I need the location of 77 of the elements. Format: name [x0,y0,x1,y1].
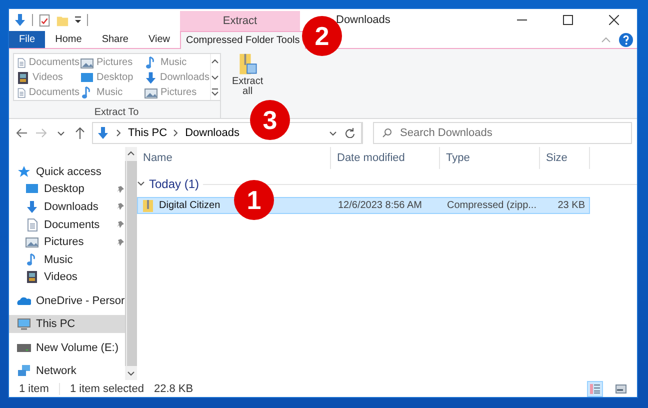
selection-info: 1 item selected [70,382,144,394]
details-view-icon [589,382,601,394]
up-arrow-icon [75,127,86,139]
film-icon [16,70,30,84]
caret-icon[interactable] [74,15,82,25]
navigation-item[interactable]: Music [9,250,125,269]
search-field[interactable]: Search Downloads [373,122,632,144]
column-header[interactable]: Size [540,147,590,169]
navigation-item[interactable]: Network [9,362,125,380]
scroll-down-icon [126,369,135,377]
document-icon [25,218,39,232]
navigation-item[interactable]: Pictures [9,233,125,251]
minimize-icon [517,19,527,21]
ribbon-tab[interactable]: Compressed Folder Tools [180,31,306,49]
collapse-icon [137,180,145,188]
scroll-up-icon [126,150,135,158]
extract-all-button[interactable]: Extract all [229,53,266,97]
help-icon[interactable] [619,32,633,46]
desktop-icon [80,70,94,84]
refresh-icon [344,128,355,138]
column-header[interactable]: Date modified [331,147,440,169]
group-label: Extract To [94,107,139,118]
chevron-down-icon [56,129,65,137]
pin-icon[interactable] [116,202,125,212]
navigation-item[interactable]: Downloads [9,198,125,216]
picture-icon [25,235,39,250]
navigation-item[interactable]: Desktop [9,180,125,198]
pin-icon[interactable] [116,184,125,194]
column-header[interactable]: Type [440,147,540,169]
table-cell-text: Compressed (zipp... [446,200,538,211]
navigation-item[interactable]: Videos [9,268,125,286]
group-header[interactable]: Today (1) [149,177,200,191]
chevron-down-icon [329,129,338,137]
expand-gallery-icon [211,88,219,96]
breadcrumb[interactable]: This PC [128,127,168,139]
table-cell-text: 23 KB [556,200,586,211]
picture-icon [80,56,94,70]
column-header[interactable]: Name [137,147,331,169]
zip-folder-icon [142,198,154,212]
download-arrow-icon [96,126,110,140]
file-name: Digital Citizen [159,200,220,211]
selection-size: 22.8 KB [154,382,194,394]
navigation-item[interactable]: New Volume (E:) [9,338,125,357]
computer-icon [17,317,31,332]
navigation-item[interactable]: OneDrive - Persor [9,292,125,310]
scroll-down-icon [211,72,219,81]
item-count: 1 item [19,382,49,394]
close-icon [609,15,619,25]
down-arrow-icon [13,13,27,27]
picture-icon [144,86,158,100]
pin-icon[interactable] [116,238,125,247]
search-icon [382,128,392,138]
navigation-item[interactable]: Documents [9,216,125,234]
star-icon [17,164,31,179]
zip-folder-icon [236,53,259,77]
download-arrow-icon [144,70,158,84]
download-arrow-icon [25,200,39,214]
view-button[interactable] [587,380,603,396]
breadcrumb[interactable]: Downloads [185,127,240,139]
film-icon [25,270,39,284]
back-arrow-icon [16,128,28,138]
scrollbar[interactable] [124,147,137,380]
chevron-right-icon [172,129,180,137]
table-cell-text: 12/6/2023 8:56 AM [337,200,423,211]
pin-icon[interactable] [116,220,125,230]
document-icon [16,56,26,70]
file-menu-button[interactable]: File [9,31,46,48]
chevron-right-icon [114,129,123,137]
scroll-up-icon [211,58,219,66]
forward-arrow-icon [35,128,48,138]
navigation-item[interactable]: This PC [9,315,125,334]
properties-icon[interactable] [38,14,51,26]
navigation-item[interactable]: Quick access [9,163,125,181]
contextual-tab-header: Extract [180,11,300,31]
maximize-icon [563,15,573,25]
large-icons-view-icon [615,382,627,394]
network-icon [17,364,31,378]
